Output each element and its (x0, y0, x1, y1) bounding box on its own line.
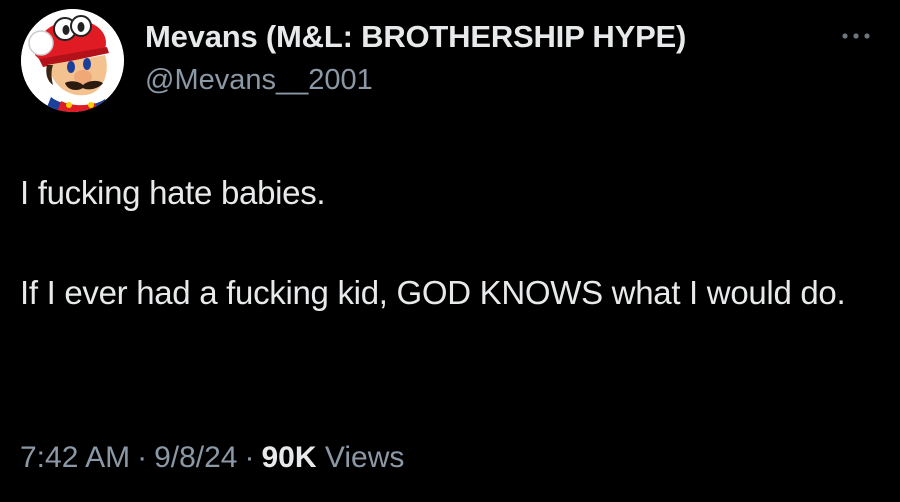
more-horizontal-icon (842, 33, 870, 39)
mario-avatar-icon (21, 9, 124, 112)
tweet-date[interactable]: 9/8/24 (154, 441, 237, 474)
views-count: 90K (261, 441, 317, 474)
author-block: Mevans (M&L: BROTHERSHIP HYPE) @Mevans__… (145, 18, 686, 98)
avatar[interactable] (21, 9, 124, 112)
author-handle[interactable]: @Mevans__2001 (145, 62, 686, 98)
tweet-paragraph: If I ever had a fucking kid, GOD KNOWS w… (20, 274, 846, 311)
meta-separator: · (244, 441, 255, 474)
more-options-button[interactable] (840, 26, 872, 46)
author-display-name[interactable]: Mevans (M&L: BROTHERSHIP HYPE) (145, 18, 686, 56)
tweet-text: I fucking hate babies. If I ever had a f… (20, 168, 880, 318)
tweet-paragraph: I fucking hate babies. (20, 174, 326, 211)
meta-separator: · (137, 441, 148, 474)
views-link[interactable]: 90K Views (262, 441, 405, 474)
tweet-time[interactable]: 7:42 AM (20, 441, 130, 474)
tweet-card: Mevans (M&L: BROTHERSHIP HYPE) @Mevans__… (0, 0, 900, 502)
tweet-meta: 7:42 AM · 9/8/24 · 90K Views (20, 438, 404, 478)
views-label: Views (324, 441, 405, 474)
